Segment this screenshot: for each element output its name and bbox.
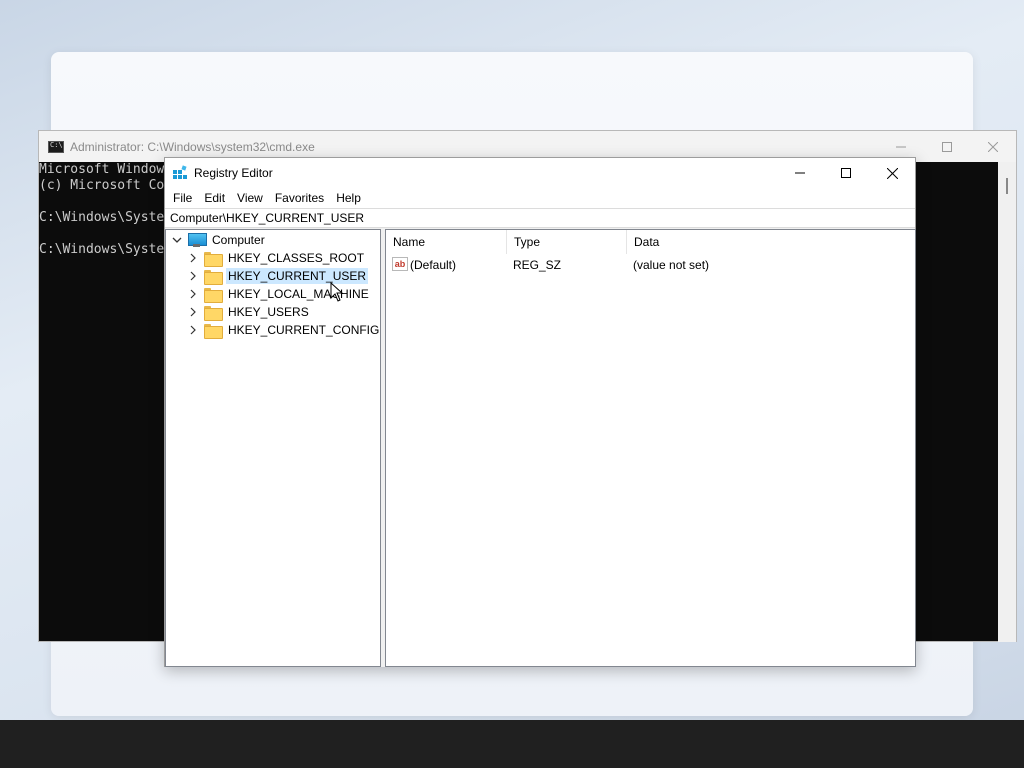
folder-icon bbox=[204, 269, 223, 285]
menu-file[interactable]: File bbox=[167, 191, 198, 205]
column-header-name[interactable]: Name bbox=[386, 230, 507, 254]
values-list-pane[interactable]: Name Type Data ab (Default) REG_SZ (valu… bbox=[385, 229, 916, 667]
close-icon bbox=[886, 167, 898, 179]
tree-item-hkey-classes-root[interactable]: HKEY_CLASSES_ROOT bbox=[188, 249, 366, 267]
folder-icon bbox=[204, 287, 223, 303]
column-header-data[interactable]: Data bbox=[627, 230, 915, 254]
minimize-icon bbox=[896, 146, 906, 147]
folder-icon bbox=[204, 323, 223, 339]
tree-item-label-selected: HKEY_CURRENT_USER bbox=[226, 268, 369, 284]
cmd-app-icon bbox=[48, 140, 64, 153]
regedit-close-button[interactable] bbox=[869, 158, 915, 188]
tree-item-label: HKEY_LOCAL_MACHINE bbox=[228, 287, 369, 301]
value-data: (value not set) bbox=[633, 258, 710, 272]
close-icon bbox=[988, 141, 998, 152]
regedit-titlebar[interactable]: Registry Editor bbox=[165, 158, 915, 188]
value-type: REG_SZ bbox=[513, 258, 562, 272]
regedit-window-title: Registry Editor bbox=[194, 166, 273, 180]
value-name[interactable]: (Default) bbox=[410, 256, 456, 274]
tree-item-label: Computer bbox=[212, 233, 265, 247]
menu-favorites[interactable]: Favorites bbox=[269, 191, 330, 205]
chevron-down-icon[interactable] bbox=[172, 235, 182, 245]
regedit-minimize-button[interactable] bbox=[777, 158, 823, 188]
tree-item-label: HKEY_CLASSES_ROOT bbox=[228, 251, 365, 265]
mouse-pointer-icon bbox=[330, 282, 344, 302]
taskbar bbox=[0, 720, 1024, 768]
tree-item-hkey-users[interactable]: HKEY_USERS bbox=[188, 303, 311, 321]
chevron-right-icon[interactable] bbox=[188, 253, 198, 263]
key-tree-pane[interactable]: Computer HKEY_CLASSES_ROOT HKEY_CURRENT_… bbox=[165, 229, 381, 667]
menu-view[interactable]: View bbox=[231, 191, 269, 205]
registry-editor-icon bbox=[172, 165, 188, 181]
cmd-scrollbar-thumb[interactable] bbox=[1006, 178, 1008, 194]
string-value-icon: ab bbox=[392, 257, 408, 271]
regedit-maximize-button[interactable] bbox=[823, 158, 869, 188]
menu-edit[interactable]: Edit bbox=[198, 191, 231, 205]
address-bar[interactable]: Computer\HKEY_CURRENT_USER bbox=[165, 208, 915, 228]
folder-icon bbox=[204, 251, 223, 267]
chevron-right-icon[interactable] bbox=[188, 289, 198, 299]
chevron-right-icon[interactable] bbox=[188, 271, 198, 281]
tree-item-computer[interactable]: Computer bbox=[172, 231, 267, 249]
regedit-menubar: File Edit View Favorites Help bbox=[165, 188, 915, 208]
folder-icon bbox=[204, 305, 223, 321]
column-header-type[interactable]: Type bbox=[507, 230, 627, 254]
registry-editor-window: Registry Editor File Edit View Favorites… bbox=[164, 157, 916, 667]
menu-help[interactable]: Help bbox=[330, 191, 367, 205]
tree-item-label: HKEY_CURRENT_CONFIG bbox=[228, 323, 380, 337]
maximize-icon bbox=[841, 168, 851, 178]
cmd-maximize-button[interactable] bbox=[924, 131, 970, 162]
maximize-icon bbox=[942, 141, 952, 152]
computer-icon bbox=[188, 233, 207, 247]
chevron-right-icon[interactable] bbox=[188, 307, 198, 317]
minimize-icon bbox=[795, 172, 805, 174]
cmd-window-title: Administrator: C:\Windows\system32\cmd.e… bbox=[70, 139, 315, 154]
cmd-close-button[interactable] bbox=[970, 131, 1016, 162]
tree-item-hkey-current-config[interactable]: HKEY_CURRENT_CONFIG bbox=[188, 321, 381, 339]
cmd-scrollbar[interactable] bbox=[998, 162, 1016, 642]
tree-item-label: HKEY_USERS bbox=[228, 305, 309, 319]
chevron-right-icon[interactable] bbox=[188, 325, 198, 335]
